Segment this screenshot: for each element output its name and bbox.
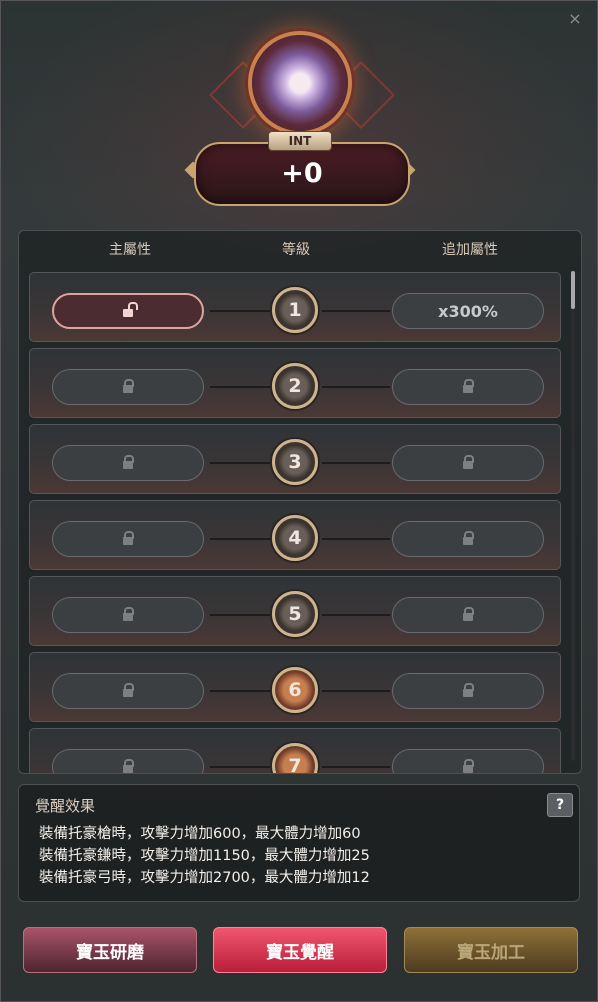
extra-stat-slot[interactable] — [392, 673, 544, 709]
extra-stat-slot[interactable] — [392, 749, 544, 773]
lock-icon — [463, 759, 474, 773]
table-row: 2 — [29, 348, 561, 418]
table-row: 6 — [29, 652, 561, 722]
level-badge: 3 — [272, 439, 318, 485]
table-row: 7 — [29, 728, 561, 773]
row-connector — [322, 310, 390, 312]
jewel-icon — [252, 35, 348, 131]
main-stat-slot[interactable] — [52, 293, 204, 329]
level-badge: 7 — [272, 743, 318, 773]
row-connector — [210, 538, 270, 540]
awakening-table: 主屬性 等級 追加屬性 1 x300% 2 3 4 5 6 7 — [18, 230, 582, 774]
extra-stat-slot[interactable]: x300% — [392, 293, 544, 329]
row-connector — [322, 462, 390, 464]
close-button[interactable]: × — [567, 11, 583, 27]
lock-icon — [123, 683, 134, 697]
lock-icon — [123, 531, 134, 545]
table-row: 3 — [29, 424, 561, 494]
effect-line: 裝備托豪鎌時，攻擊力增加1150，最大體力增加25 — [39, 848, 370, 864]
row-connector — [322, 690, 390, 692]
stat-value: +0 — [194, 142, 410, 206]
row-connector — [210, 462, 270, 464]
level-badge: 4 — [272, 515, 318, 561]
main-stat-slot[interactable] — [52, 445, 204, 481]
jewel-grind-button[interactable]: 寶玉研磨 — [23, 927, 197, 973]
lock-icon — [463, 607, 474, 621]
header-main-stat: 主屬性 — [109, 242, 151, 258]
extra-stat-slot[interactable] — [392, 521, 544, 557]
lock-icon — [123, 759, 134, 773]
row-connector — [210, 690, 270, 692]
level-badge: 6 — [272, 667, 318, 713]
header-extra-stat: 追加屬性 — [442, 242, 498, 258]
level-badge: 2 — [272, 363, 318, 409]
main-stat-slot[interactable] — [52, 597, 204, 633]
row-connector — [322, 766, 390, 768]
lock-icon — [463, 379, 474, 393]
row-connector — [322, 614, 390, 616]
table-row: 1 x300% — [29, 272, 561, 342]
row-connector — [210, 386, 270, 388]
table-row: 5 — [29, 576, 561, 646]
row-connector — [210, 614, 270, 616]
lock-icon — [123, 455, 134, 469]
jewel-awakening-window: × +0 INT 主屬性 等級 追加屬性 1 x300% 2 3 4 5 6 7… — [0, 0, 598, 1002]
main-stat-slot[interactable] — [52, 749, 204, 773]
extra-stat-slot[interactable] — [392, 369, 544, 405]
awakening-effect-panel: 覺醒效果 ? 裝備托豪槍時，攻擊力增加600，最大體力增加60 裝備托豪鎌時，攻… — [18, 784, 580, 902]
main-stat-slot[interactable] — [52, 521, 204, 557]
row-connector — [322, 538, 390, 540]
row-connector — [210, 310, 270, 312]
lock-icon — [463, 455, 474, 469]
effect-line: 裝備托豪弓時，攻擊力增加2700，最大體力增加12 — [39, 870, 370, 886]
help-button[interactable]: ? — [547, 793, 573, 817]
table-row: 4 — [29, 500, 561, 570]
row-connector — [210, 766, 270, 768]
level-badge: 1 — [272, 287, 318, 333]
scroll-thumb[interactable] — [571, 271, 575, 309]
main-stat-slot[interactable] — [52, 673, 204, 709]
lock-icon — [123, 379, 134, 393]
jewel-awaken-button[interactable]: 寶玉覺醒 — [213, 927, 387, 973]
header-level: 等級 — [282, 242, 310, 258]
extra-stat-slot[interactable] — [392, 597, 544, 633]
table-scrollbar[interactable] — [571, 271, 575, 761]
lock-icon — [463, 531, 474, 545]
jewel-process-button[interactable]: 寶玉加工 — [404, 927, 578, 973]
lock-icon — [123, 607, 134, 621]
level-badge: 5 — [272, 591, 318, 637]
stat-label: INT — [269, 132, 331, 150]
effect-title: 覺醒效果 — [35, 797, 96, 815]
extra-stat-slot[interactable] — [392, 445, 544, 481]
unlock-icon — [123, 302, 138, 317]
effect-lines: 裝備托豪槍時，攻擊力增加600，最大體力增加60 裝備托豪鎌時，攻擊力增加115… — [39, 823, 370, 889]
effect-line: 裝備托豪槍時，攻擊力增加600，最大體力增加60 — [39, 826, 361, 842]
lock-icon — [463, 683, 474, 697]
row-connector — [322, 386, 390, 388]
main-stat-slot[interactable] — [52, 369, 204, 405]
